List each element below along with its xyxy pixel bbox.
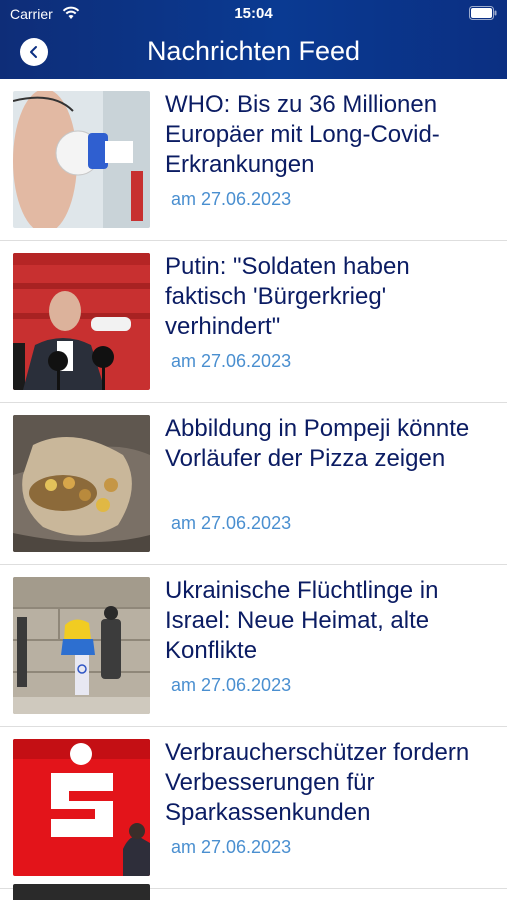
news-thumbnail	[13, 91, 150, 228]
news-date: am 27.06.2023	[171, 675, 292, 695]
news-date: am 27.06.2023	[171, 837, 292, 857]
news-item[interactable]: Putin: "Soldaten haben faktisch 'Bürgerk…	[0, 241, 507, 403]
news-thumbnail	[13, 253, 150, 390]
news-feed-list: WHO: Bis zu 36 Millionen Europäer mit Lo…	[0, 79, 507, 889]
news-headline: Abbildung in Pompeji könnte Vorläufer de…	[165, 415, 470, 472]
battery-icon	[469, 6, 497, 20]
news-item[interactable]: WHO: Bis zu 36 Millionen Europäer mit Lo…	[0, 79, 507, 241]
news-item[interactable]: Verbraucherschützer fordern Verbesserung…	[0, 727, 507, 889]
news-date: am 27.06.2023	[171, 513, 292, 533]
news-headline: Ukrainische Flüchtlinge in Israel: Neue …	[165, 577, 439, 664]
news-thumbnail-partial	[13, 884, 150, 900]
news-thumbnail	[13, 739, 150, 876]
page-title: Nachrichten Feed	[146, 36, 361, 66]
news-headline: WHO: Bis zu 36 Millionen Europäer mit Lo…	[165, 91, 440, 178]
news-date: am 27.06.2023	[171, 351, 292, 371]
navigation-bar: Carrier 15:04 Nachrichten Feed	[0, 0, 507, 79]
news-item[interactable]: Ukrainische Flüchtlinge in Israel: Neue …	[0, 565, 507, 727]
clock: 15:04	[234, 5, 273, 22]
news-thumbnail	[13, 577, 150, 714]
news-item[interactable]: Abbildung in Pompeji könnte Vorläufer de…	[0, 403, 507, 565]
status-bar: Carrier 15:04	[0, 0, 507, 28]
news-thumbnail	[13, 415, 150, 552]
sparkasse-logo-icon	[13, 739, 150, 876]
news-headline: Putin: "Soldaten haben faktisch 'Bürgerk…	[165, 253, 410, 340]
news-headline: Verbraucherschützer fordern Verbesserung…	[165, 739, 470, 826]
news-date: am 27.06.2023	[171, 189, 292, 209]
